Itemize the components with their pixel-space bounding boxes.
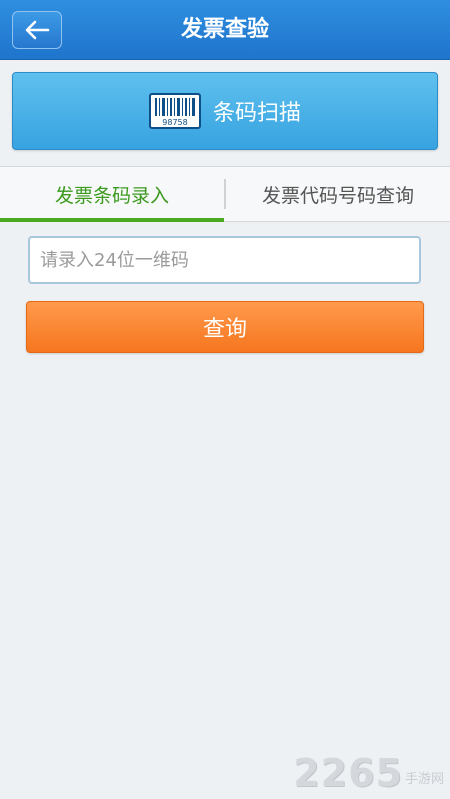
- barcode-icon: 98758: [148, 93, 201, 129]
- tab-bar: 发票条码录入 发票代码号码查询: [0, 166, 450, 222]
- title-bar: 发票查验: [0, 0, 450, 60]
- scan-button-label: 条码扫描: [212, 101, 301, 126]
- query-button[interactable]: 查询: [26, 301, 424, 353]
- tab-barcode-entry[interactable]: 发票条码录入: [0, 167, 224, 222]
- tab-code-number-query[interactable]: 发票代码号码查询: [226, 167, 450, 221]
- watermark: 2265 手游网: [293, 753, 444, 793]
- watermark-number: 2265: [293, 751, 403, 795]
- barcode-input[interactable]: [28, 236, 421, 284]
- barcode-digits: 98758: [162, 118, 187, 127]
- app-screen: 发票查验 98758 条码扫描 发票条码录入 发票代码号码查询 请录入24位一维…: [0, 0, 450, 799]
- watermark-text: 手游网: [404, 772, 444, 787]
- page-title: 发票查验: [180, 17, 269, 42]
- barcode-scan-button[interactable]: 98758 条码扫描: [12, 72, 438, 150]
